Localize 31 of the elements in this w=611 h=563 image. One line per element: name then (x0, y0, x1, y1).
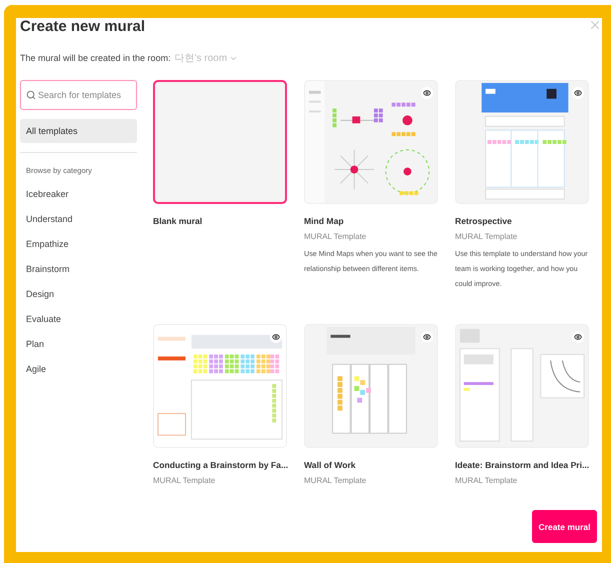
room-prompt: The mural will be created in the room: (20, 53, 171, 63)
eye-icon[interactable] (572, 87, 584, 99)
category-item[interactable]: Design (20, 281, 137, 306)
category-item[interactable]: Plan (20, 331, 137, 356)
template-subtitle: MURAL Template (455, 232, 518, 241)
search-field[interactable]: Search for templates (20, 80, 137, 110)
template-subtitle: MURAL Template (304, 476, 368, 485)
template-title: Conducting a Brainstorm by Fa... (153, 460, 288, 470)
eye-icon[interactable] (572, 331, 584, 343)
category-item[interactable]: Agile (20, 356, 137, 381)
template-thumbnail[interactable] (153, 80, 287, 204)
category-item[interactable]: Empathize (20, 231, 137, 256)
eye-icon[interactable] (421, 87, 433, 99)
close-button[interactable] (588, 18, 602, 32)
all-templates-item[interactable]: All templates (20, 119, 137, 143)
template-title: Mind Map (304, 216, 344, 226)
dialog-title: Create new mural (20, 18, 146, 36)
eye-icon[interactable] (421, 331, 433, 343)
create-mural-button[interactable]: Create mural (532, 510, 597, 543)
template-title: Blank mural (153, 216, 202, 226)
category-item[interactable]: Understand (20, 206, 137, 231)
category-item[interactable]: Brainstorm (20, 256, 137, 281)
search-icon (26, 90, 36, 100)
template-title: Retrospective (455, 216, 512, 226)
template-title: Ideate: Brainstorm and Idea Pri... (455, 460, 590, 470)
template-subtitle: MURAL Template (153, 476, 216, 485)
template-title: Wall of Work (304, 460, 356, 470)
template-subtitle: MURAL Template (455, 476, 518, 485)
category-item[interactable]: Evaluate (20, 306, 137, 331)
category-item[interactable]: Icebreaker (20, 181, 137, 206)
template-subtitle: MURAL Template (304, 232, 368, 241)
